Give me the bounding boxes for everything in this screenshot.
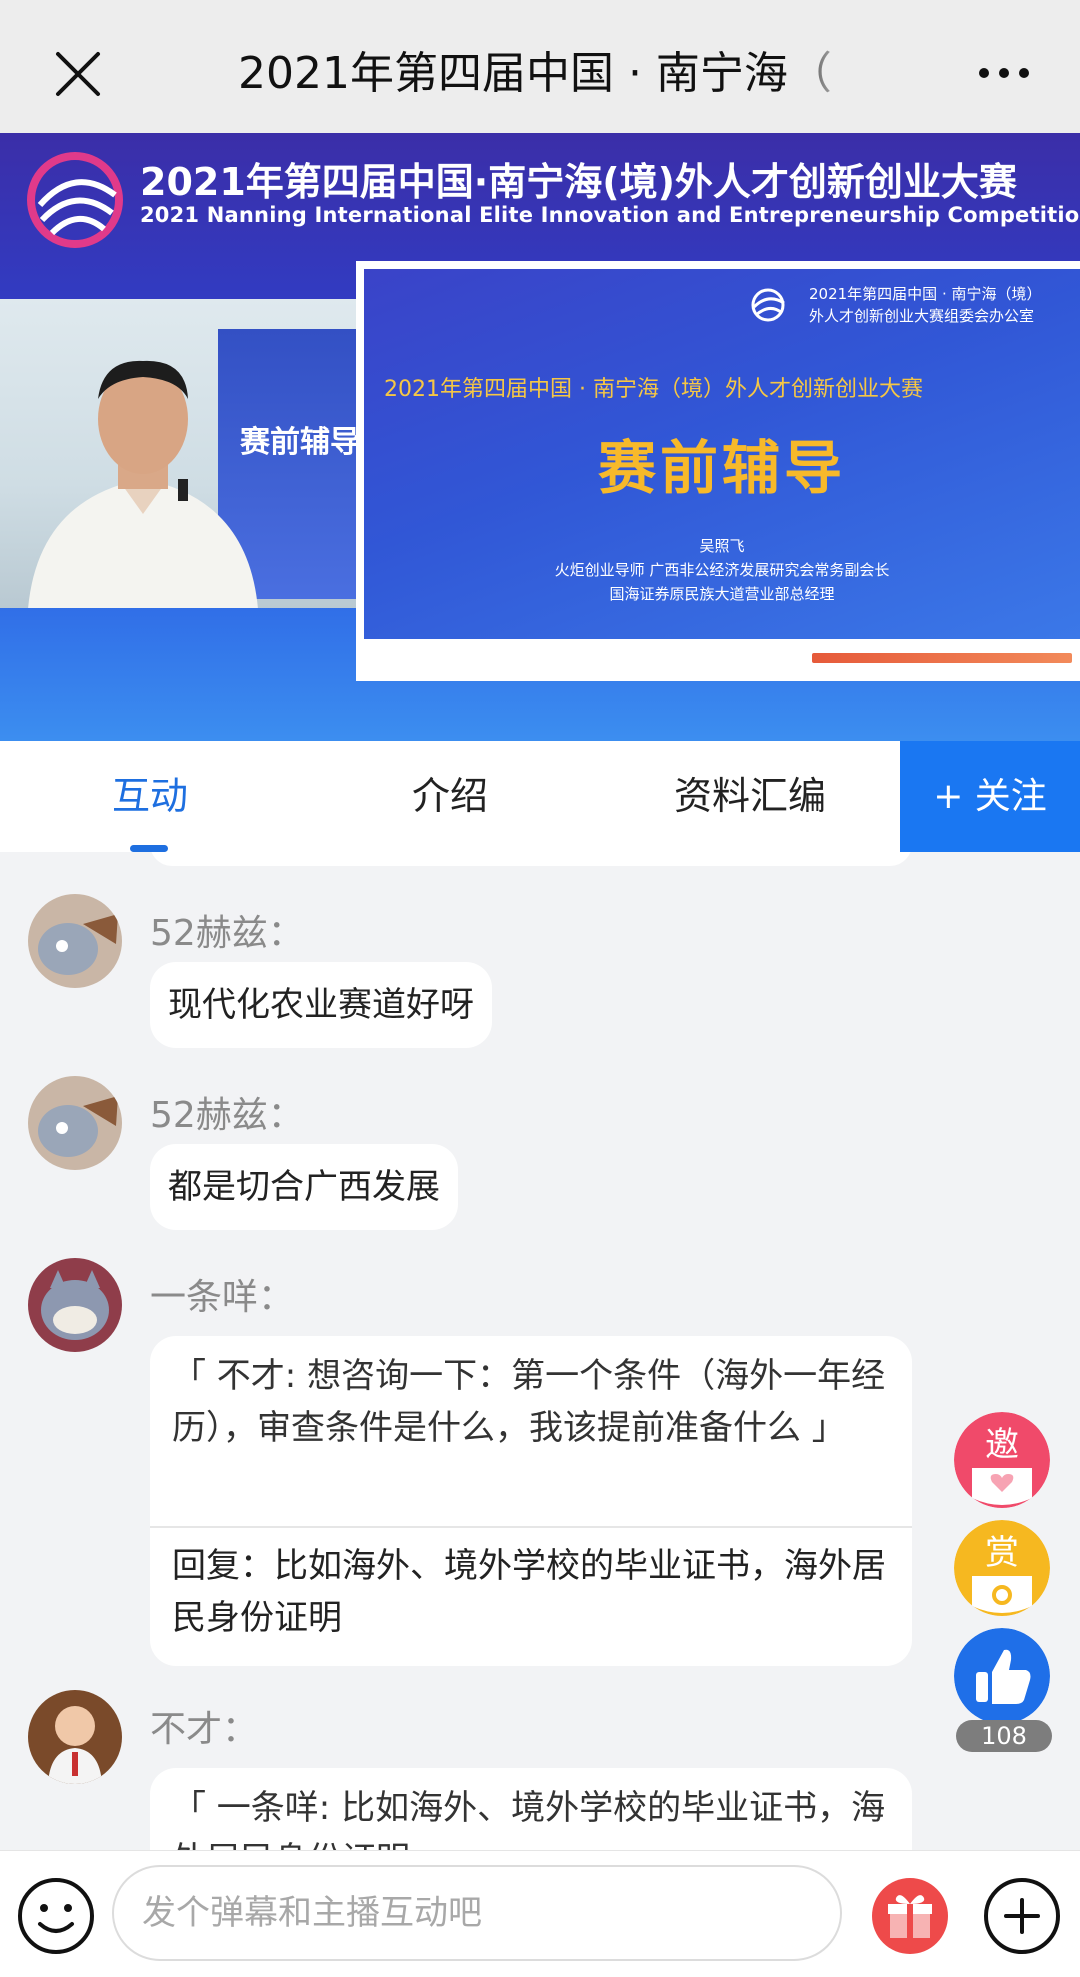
avatar[interactable] [28, 1076, 122, 1170]
top-nav-bar: 2021年第四届中国 · 南宁海（ [0, 0, 1080, 133]
slide-speaker-position: 国海证券原民族大道营业部总经理 [609, 585, 835, 603]
avatar[interactable] [28, 894, 122, 988]
avatar[interactable] [28, 1690, 122, 1784]
banner-title-en: 2021 Nanning International Elite Innovat… [140, 203, 1080, 227]
more-icon[interactable] [976, 60, 1032, 86]
danmaku-input[interactable] [114, 1867, 840, 1959]
add-icon[interactable] [982, 1876, 1062, 1956]
tab-bar: 互动 介绍 资料汇编 + 关注 [0, 741, 1080, 852]
speaker-camera-feed: 赛前辅导 [0, 299, 356, 608]
gift-icon[interactable] [870, 1876, 950, 1956]
message-bubble: 都是切合广西发展 [150, 1144, 458, 1230]
bottom-input-bar [0, 1850, 1080, 1977]
reply-text: 回复：比如海外、境外学校的毕业证书，海外居民身份证明 [172, 1546, 886, 1638]
danmaku-input-wrapper [112, 1865, 842, 1961]
avatar[interactable] [28, 1258, 122, 1352]
slide-org-line2: 外人才创新创业大赛组委会办公室 [809, 307, 1035, 325]
divider [150, 1526, 912, 1528]
presentation-slide: 2021年第四届中国 · 南宁海（境） 外人才创新创业大赛组委会办公室 2021… [356, 261, 1080, 681]
competition-logo-icon [27, 152, 123, 248]
slide-main-title: 赛前辅导 [597, 434, 846, 502]
close-icon[interactable] [48, 44, 108, 104]
message-bubble: 现代化农业赛道好呀 [150, 962, 492, 1048]
username: 52赫兹： [150, 913, 304, 954]
invite-label: 邀 [985, 1425, 1019, 1465]
page-title: 2021年第四届中国 · 南宁海（ [238, 48, 832, 99]
slide-footer [364, 639, 1080, 673]
previous-message-bubble [150, 852, 912, 866]
tab-introduction[interactable]: 介绍 [350, 741, 550, 852]
like-button[interactable] [954, 1628, 1050, 1724]
speaker-figure [28, 360, 258, 608]
username: 不才： [150, 1709, 259, 1750]
live-video-player[interactable]: 2021年第四届中国·南宁海(境)外人才创新创业大赛 2021 Nanning … [0, 133, 1080, 741]
reward-button[interactable]: 赏 [954, 1520, 1050, 1616]
tab-interaction[interactable]: 互动 [50, 741, 250, 852]
slide-heading: 2021年第四届中国 · 南宁海（境）外人才创新创业大赛 [384, 377, 923, 402]
tab-materials[interactable]: 资料汇编 [640, 741, 860, 852]
slide-speaker-name: 吴照飞 [699, 537, 745, 555]
slide-speaker-title: 火炬创业导师 广西非公经济发展研究会常务副会长 [554, 561, 890, 579]
reply-message-bubble: 「 一条咩: 比如海外、境外学校的毕业证书，海外居民身份证明 」 [150, 1768, 912, 1850]
invite-button[interactable]: 邀 [954, 1412, 1050, 1508]
reply-message-bubble: 「 不才: 想咨询一下：第一个条件（海外一年经历），审查条件是什么，我该提前准备… [150, 1336, 912, 1666]
username: 52赫兹： [150, 1095, 304, 1136]
slide-org-line1: 2021年第四届中国 · 南宁海（境） [809, 285, 1042, 303]
slide-content: 2021年第四届中国 · 南宁海（境） 外人才创新创业大赛组委会办公室 2021… [364, 269, 1080, 639]
follow-button[interactable]: + 关注 [900, 741, 1080, 852]
banner-title-cn: 2021年第四届中国·南宁海(境)外人才创新创业大赛 [140, 160, 1017, 204]
chat-list[interactable]: 52赫兹： 现代化农业赛道好呀 52赫兹： 都是切合广西发展 一条咩： 「 不才… [0, 852, 1080, 1850]
reward-label: 赏 [985, 1533, 1019, 1573]
quoted-message: 「 不才: 想咨询一下：第一个条件（海外一年经历），审查条件是什么，我该提前准备… [172, 1356, 886, 1448]
emoji-icon[interactable] [16, 1876, 96, 1956]
quoted-message: 「 一条咩: 比如海外、境外学校的毕业证书，海外居民身份证明 」 [172, 1788, 886, 1850]
username: 一条咩： [150, 1277, 295, 1318]
active-tab-indicator [130, 845, 168, 852]
like-count: 108 [956, 1720, 1052, 1752]
slide-logo-icon [751, 288, 785, 322]
